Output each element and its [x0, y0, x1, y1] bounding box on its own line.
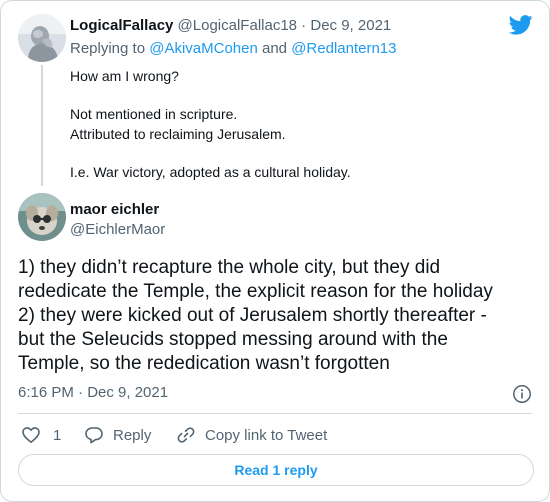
- twitter-bird-icon[interactable]: [509, 15, 533, 35]
- tweet-text-line: but the Seleucids stopped messing around…: [18, 329, 448, 350]
- divider: [18, 413, 532, 414]
- parent-tweet[interactable]: LogicalFallacy @LogicalFallac18 · Dec 9,…: [1, 1, 549, 191]
- handle[interactable]: @EichlerMaor: [70, 220, 165, 239]
- mention-link[interactable]: @AkivaMCohen: [149, 40, 258, 57]
- tweet-timestamp[interactable]: 6:16 PM · Dec 9, 2021: [18, 383, 168, 403]
- tweet-actions: 1 Reply Copy link to Tweet: [18, 424, 538, 446]
- tweet-text-line: Attributed to reclaiming Jerusalem.: [70, 126, 286, 142]
- info-icon[interactable]: [512, 384, 532, 404]
- thread-connector-line: [41, 65, 43, 186]
- avatar[interactable]: [18, 14, 66, 62]
- statue-avatar-image: [18, 14, 66, 62]
- parent-tweet-text: How am I wrong? Not mentioned in scriptu…: [70, 66, 351, 182]
- meta-separator: ·: [297, 17, 311, 34]
- reply-button[interactable]: Reply: [84, 424, 151, 446]
- mention-joiner: and: [257, 40, 292, 57]
- replying-to-prefix: Replying to: [70, 40, 150, 57]
- display-name[interactable]: maor eichler: [70, 200, 159, 219]
- tweet-text-line: [70, 144, 351, 162]
- heart-icon: [22, 427, 40, 443]
- read-replies-button[interactable]: Read 1 reply: [18, 454, 534, 486]
- tweet-text-line: I.e. War victory, adopted as a cultural …: [70, 164, 351, 180]
- handle[interactable]: @LogicalFallac18: [178, 17, 297, 34]
- like-count: 1: [53, 426, 62, 444]
- display-name[interactable]: LogicalFallacy: [70, 17, 173, 34]
- link-icon: [177, 427, 195, 443]
- copy-link-button[interactable]: Copy link to Tweet: [176, 424, 327, 446]
- like-button[interactable]: 1: [21, 424, 61, 446]
- tweet-text-line: 2) they were kicked out of Jerusalem sho…: [18, 305, 487, 326]
- tweet-text-line: Not mentioned in scripture.: [70, 106, 238, 122]
- reply-label: Reply: [113, 426, 152, 444]
- copy-link-label: Copy link to Tweet: [205, 426, 328, 444]
- tweet-embed-card: LogicalFallacy @LogicalFallac18 · Dec 9,…: [0, 0, 550, 502]
- tweet-text-line: 1) they didn’t recapture the whole city,…: [18, 257, 441, 278]
- tweet-text-line: Temple, so the rededication wasn’t forgo…: [18, 353, 390, 374]
- parent-tweet-header: LogicalFallacy @LogicalFallac18 · Dec 9,…: [70, 16, 391, 35]
- tweet-text-line: [70, 86, 351, 104]
- mention-link[interactable]: @Redlantern13: [291, 40, 396, 57]
- replying-to-line: Replying to @AkivaMCohen and @Redlantern…: [70, 39, 397, 58]
- tweet-date[interactable]: Dec 9, 2021: [310, 17, 391, 34]
- tweet-text-line: rededicate the Temple, the explicit reas…: [18, 281, 493, 302]
- tweet-text-line: How am I wrong?: [70, 68, 179, 84]
- dog-avatar-image: [18, 193, 66, 241]
- avatar[interactable]: [18, 193, 66, 241]
- speech-bubble-icon: [85, 427, 103, 444]
- main-tweet-text: 1) they didn’t recapture the whole city,…: [18, 256, 538, 376]
